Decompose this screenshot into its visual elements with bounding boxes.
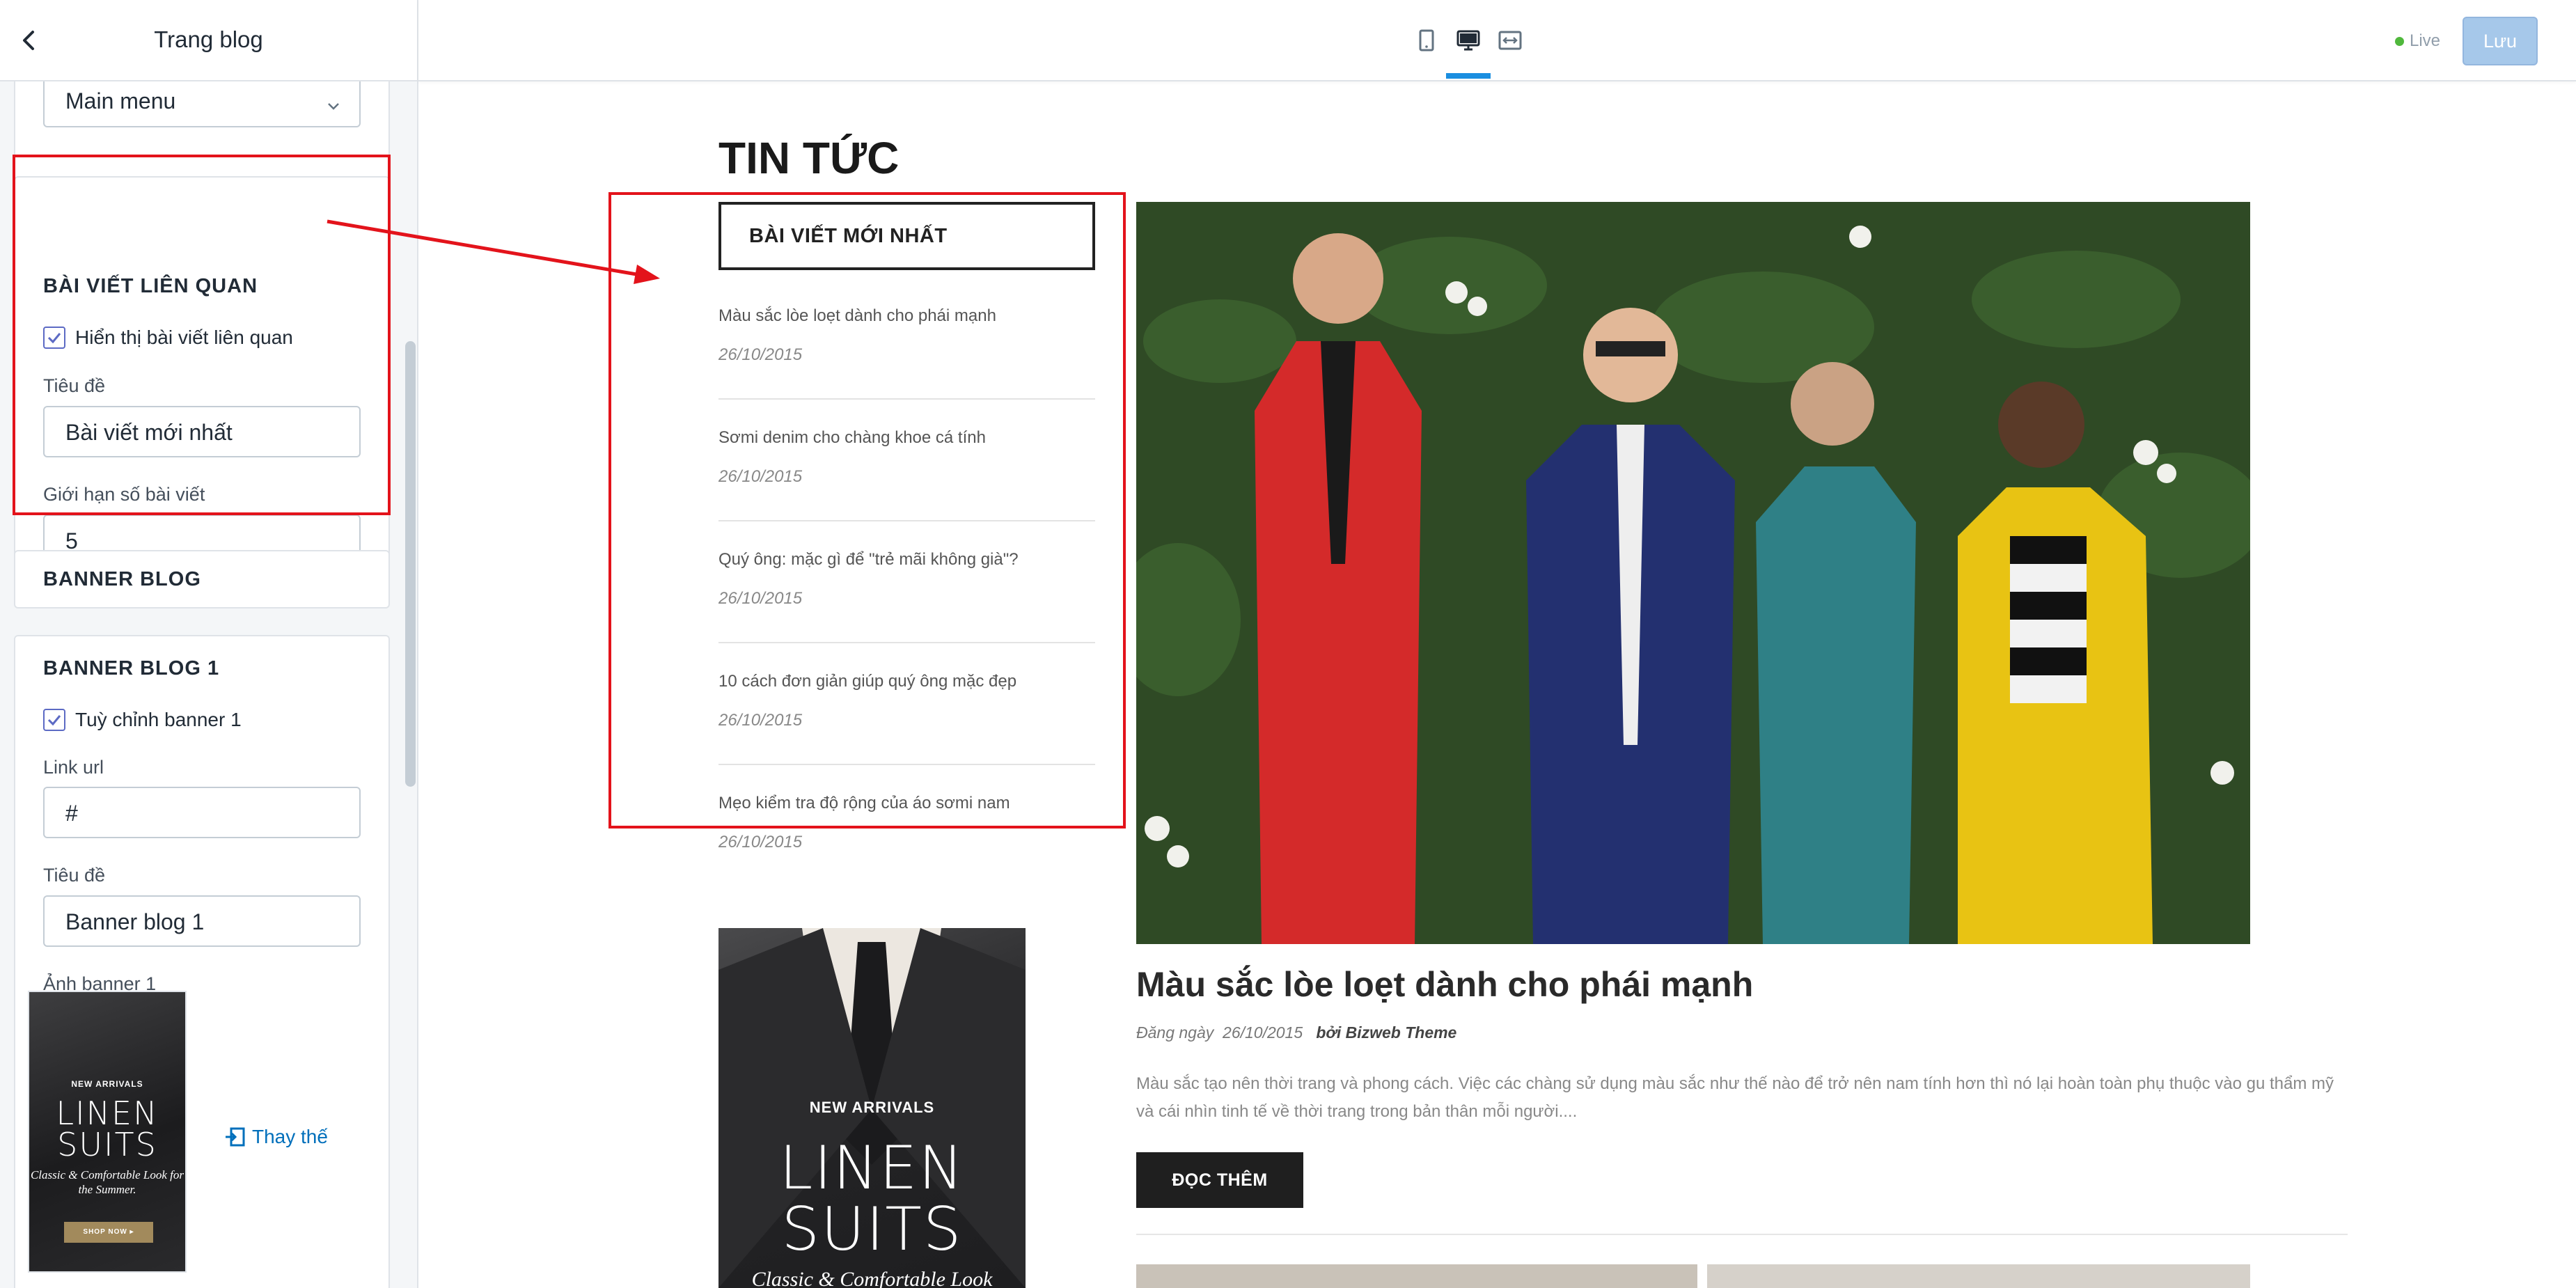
thumb-tagline: Classic & Comfortable Look for the Summe…	[30, 1168, 184, 1196]
banner-new-arrivals: NEW ARRIVALS	[809, 1099, 935, 1116]
custom-banner-checkbox-row[interactable]: Tuỳ chỉnh banner 1	[43, 706, 242, 734]
banner-blog-section[interactable]: BANNER BLOG	[14, 550, 390, 608]
sidebar-scrollbar-thumb[interactable]	[405, 341, 416, 787]
thumb-new-arrivals: NEW ARRIVALS	[71, 1079, 143, 1089]
page-heading: TIN TỨC	[718, 133, 900, 183]
banner-tagline: Classic & Comfortable Look	[751, 1268, 993, 1288]
menu-select-value: Main menu	[65, 88, 176, 113]
next-post-image[interactable]	[1707, 1264, 2250, 1288]
replace-image-link[interactable]: Thay thế	[224, 1126, 328, 1148]
fullwidth-icon[interactable]	[1498, 28, 1523, 53]
live-status-label: Live	[2410, 31, 2441, 50]
active-device-indicator	[1446, 73, 1491, 79]
featured-post-title[interactable]: Màu sắc lòe loẹt dành cho phái mạnh	[1136, 964, 1753, 1005]
mobile-icon[interactable]	[1414, 28, 1439, 53]
featured-post-meta: Đăng ngày 26/10/2015 bởi Bizweb Theme	[1136, 1023, 1456, 1042]
thumb-linen: LINEN	[56, 1094, 159, 1132]
posted-prefix: Đăng ngày	[1136, 1023, 1214, 1042]
banner-title-input[interactable]: Banner blog 1	[43, 895, 361, 947]
featured-post-image[interactable]	[1136, 202, 2250, 944]
replace-icon	[226, 1127, 245, 1147]
blog-banner-image[interactable]: NEW ARRIVALS LINEN SUITS Classic & Comfo…	[718, 928, 1026, 1288]
banner-blog-heading: BANNER BLOG	[43, 568, 201, 590]
banner-1-heading: BANNER BLOG 1	[43, 657, 220, 680]
posted-date: 26/10/2015	[1223, 1023, 1303, 1042]
banner-thumbnail: NEW ARRIVALS LINEN SUITS Classic & Comfo…	[28, 991, 187, 1273]
content-divider	[1136, 1234, 2348, 1235]
preview-toolbar	[418, 0, 2576, 81]
sidebar-header: Trang blog	[0, 0, 417, 81]
fashion-models-illustration	[1136, 202, 2250, 944]
banner-linen: LINEN	[779, 1133, 965, 1203]
custom-banner-label: Tuỳ chỉnh banner 1	[75, 709, 242, 730]
thumb-shop-now: SHOP NOW ▸	[64, 1222, 153, 1243]
save-button[interactable]: Lưu	[2463, 17, 2538, 65]
chevron-down-icon	[326, 94, 341, 110]
desktop-icon[interactable]	[1456, 28, 1481, 53]
sidebar-title: Trang blog	[154, 26, 263, 52]
next-post-image[interactable]	[1136, 1264, 1697, 1288]
read-more-button[interactable]: ĐỌC THÊM	[1136, 1152, 1303, 1208]
live-status-dot	[2395, 37, 2404, 46]
recent-post-date: 26/10/2015	[718, 833, 803, 851]
posted-author: bởi Bizweb Theme	[1316, 1023, 1457, 1042]
replace-label: Thay thế	[252, 1126, 328, 1147]
link-url-input[interactable]: #	[43, 787, 361, 838]
thumb-suits: SUITS	[57, 1126, 157, 1163]
link-url-label: Link url	[43, 757, 104, 778]
checkmark-icon	[47, 715, 61, 726]
banner-title-label: Tiêu đề	[43, 865, 106, 886]
menu-select[interactable]: Main menu	[43, 81, 361, 127]
banner-suits: SUITS	[781, 1195, 963, 1264]
annotation-box-preview	[608, 192, 1126, 828]
custom-banner-checkbox[interactable]	[43, 709, 65, 731]
featured-post-excerpt: Màu sắc tạo nên thời trang và phong cách…	[1136, 1074, 2334, 1121]
annotation-box-settings	[13, 155, 391, 515]
